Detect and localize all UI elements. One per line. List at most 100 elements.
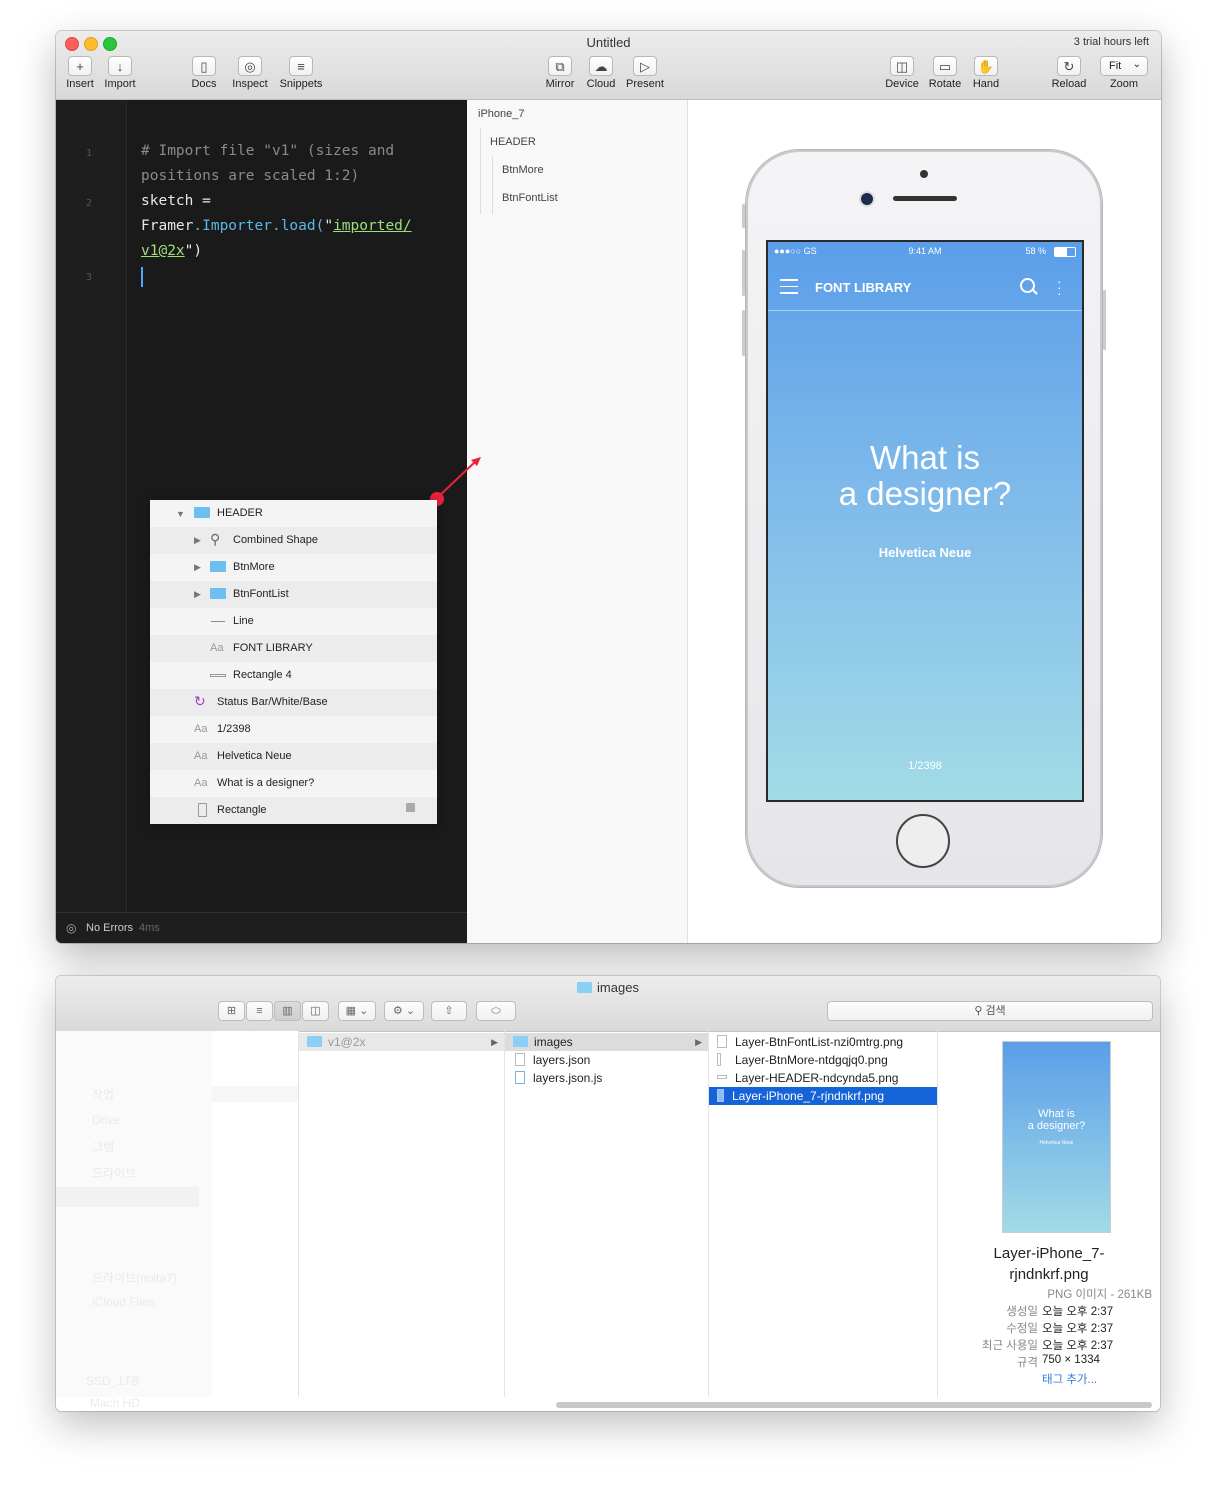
js-file-icon: [515, 1071, 525, 1084]
menu-icon[interactable]: [780, 279, 798, 294]
overlay-row[interactable]: ▶ BtnFontList: [150, 581, 437, 608]
sidebar-item[interactable]: 드라이브: [92, 1164, 136, 1181]
image-file-icon: [717, 1075, 727, 1079]
reload-button[interactable]: ↻ Reload: [1050, 56, 1088, 90]
disclosure-closed-icon[interactable]: ▶: [194, 562, 201, 573]
overlay-row[interactable]: ▼ HEADER: [150, 500, 437, 527]
mirror-button[interactable]: ⧉ Mirror: [542, 56, 578, 90]
overlay-row[interactable]: Line: [150, 608, 437, 635]
sidebar-item[interactable]: SSD_1TB: [86, 1374, 139, 1388]
preview-filename: Layer-iPhone_7- rjndnkrf.png: [993, 1245, 1105, 1283]
line-number: 3: [86, 272, 93, 283]
phone-screen: ●●●○○ GS 9:41 AM 58 % FONT LIBRARY · · · W…: [766, 240, 1084, 802]
reload-icon: ↻: [1057, 56, 1081, 76]
front-camera: [861, 193, 873, 205]
search-field[interactable]: ⚲ 검색: [827, 1001, 1153, 1021]
sidebar-item[interactable]: 드라이브(nolta7): [92, 1269, 177, 1286]
zoom-control[interactable]: Fit ⌄ Zoom: [1098, 56, 1150, 90]
disclosure-open-icon[interactable]: ▼: [176, 509, 185, 519]
overlay-row[interactable]: Rectangle: [150, 797, 437, 824]
folder-icon: [210, 588, 226, 602]
inspect-button[interactable]: ◎ Inspect: [230, 56, 270, 90]
group-button[interactable]: ▦ ⌄: [338, 1001, 376, 1021]
list-item[interactable]: Layer-BtnFontList-nzi0mtrg.png: [709, 1033, 903, 1051]
sidebar-item[interactable]: 작업: [92, 1086, 114, 1103]
sidebar-item[interactable]: Mach HD: [90, 1396, 140, 1410]
present-button[interactable]: ▷ Present: [624, 56, 666, 90]
overlay-row[interactable]: ▶ BtnMore: [150, 554, 437, 581]
battery-percent: 58 %: [1025, 246, 1046, 256]
hand-button[interactable]: ✋ Hand: [968, 56, 1004, 90]
icon-view-button[interactable]: ⊞: [218, 1001, 245, 1021]
rectangle-icon: [198, 803, 207, 817]
image-file-icon: [717, 1053, 721, 1066]
sidebar-item[interactable]: iCloud Files: [92, 1295, 155, 1309]
column-view-button[interactable]: ▥: [274, 1001, 301, 1021]
disclosure-closed-icon[interactable]: ▶: [194, 535, 201, 546]
finder-column-3: Layer-BtnFontList-nzi0mtrg.png Layer-Btn…: [709, 1031, 938, 1397]
list-item[interactable]: v1@2x ▶: [299, 1033, 504, 1051]
titlebar: Untitled 3 trial hours left + Insert ↓ Imp…: [56, 31, 1161, 100]
overlay-row[interactable]: Aa Helvetica Neue: [150, 743, 437, 770]
chevron-down-icon: ⌄: [1132, 59, 1141, 70]
folder-icon: [513, 1036, 528, 1047]
play-icon: ▷: [633, 56, 657, 76]
device-icon: ◫: [890, 56, 914, 76]
overlay-row[interactable]: ▶ ⚲ Combined Shape: [150, 527, 437, 554]
text-caret: [141, 267, 143, 287]
layer-item-btnmore[interactable]: BtnMore: [502, 164, 544, 176]
tag-icon[interactable]: ⬭: [476, 1001, 516, 1021]
list-view-button[interactable]: ≡: [246, 1001, 273, 1021]
tree-line: [480, 128, 481, 214]
disclosure-closed-icon[interactable]: ▶: [194, 589, 201, 600]
overlay-row[interactable]: Aa 1/2398: [150, 716, 437, 743]
overlay-row[interactable]: ↻ Status Bar/White/Base: [150, 689, 437, 716]
gallery-view-button[interactable]: ◫: [302, 1001, 329, 1021]
target-icon: ◎: [238, 56, 262, 76]
sidebar-item[interactable]: 그램: [92, 1138, 114, 1155]
insert-button[interactable]: + Insert: [64, 56, 96, 90]
mirror-icon: ⧉: [548, 56, 572, 76]
cloud-button[interactable]: ☁ Cloud: [584, 56, 618, 90]
tree-line: [492, 156, 493, 214]
list-item[interactable]: images ▶: [505, 1033, 708, 1051]
finder-window: images ⊞ ≡ ▥ ◫ ▦ ⌄ ⚙ ⌄ ⇧ ⬭ ⚲ 검색 작업 Drive…: [56, 976, 1160, 1411]
sidebar-item[interactable]: Drive: [92, 1113, 120, 1127]
lock-icon[interactable]: [406, 803, 415, 812]
list-item[interactable]: Layer-BtnMore-ntdgqjq0.png: [709, 1051, 888, 1069]
overlay-row[interactable]: Aa FONT LIBRARY: [150, 635, 437, 662]
snippets-button[interactable]: ≡ Snippets: [276, 56, 326, 90]
overlay-row[interactable]: Aa What is a designer?: [150, 770, 437, 797]
code-line: sketch =: [141, 193, 211, 209]
preview-kind: PNG 이미지 - 261KB: [1047, 1289, 1152, 1301]
zoom-select[interactable]: Fit ⌄: [1100, 56, 1148, 76]
layer-item-iphone[interactable]: iPhone_7: [478, 108, 525, 120]
folder-icon: [194, 507, 210, 521]
list-item[interactable]: layers.json: [505, 1051, 590, 1069]
window-title: Untitled: [586, 35, 631, 50]
device-preview[interactable]: ●●●○○ GS 9:41 AM 58 % FONT LIBRARY · · · W…: [688, 100, 1161, 943]
list-item[interactable]: Layer-HEADER-ndcynda5.png: [709, 1069, 898, 1087]
code-line: # Import file "v1" (sizes and: [141, 143, 395, 159]
rotate-button[interactable]: ▭ Rotate: [926, 56, 964, 90]
layer-item-header[interactable]: HEADER: [490, 136, 536, 148]
docs-button[interactable]: ▯ Docs: [188, 56, 220, 90]
layer-item-btnfontlist[interactable]: BtnFontList: [502, 192, 558, 204]
gear-icon[interactable]: ⚙ ⌄: [384, 1001, 424, 1021]
finder-column-1: v1@2x ▶: [299, 1031, 505, 1397]
overlay-row[interactable]: Rectangle 4: [150, 662, 437, 689]
horizontal-scrollbar[interactable]: [556, 1402, 1152, 1408]
device-button[interactable]: ◫ Device: [882, 56, 922, 90]
code-line: positions are scaled 1:2): [141, 168, 360, 184]
trial-notice: 3 trial hours left: [1073, 36, 1149, 48]
share-icon[interactable]: ⇧: [431, 1001, 467, 1021]
list-item[interactable]: layers.json.js: [505, 1069, 602, 1087]
folder-icon: [577, 982, 593, 993]
line-gutter: 1 2 3: [56, 100, 127, 912]
add-tags-link[interactable]: 태그 추가...: [1042, 1371, 1097, 1387]
import-button[interactable]: ↓ Import: [102, 56, 138, 90]
list-item-selected[interactable]: Layer-iPhone_7-rjndnkrf.png: [709, 1087, 937, 1105]
more-icon[interactable]: · · ·: [1057, 274, 1062, 300]
line-number: 2: [86, 198, 93, 209]
finder-titlebar: images ⊞ ≡ ▥ ◫ ▦ ⌄ ⚙ ⌄ ⇧ ⬭ ⚲ 검색: [56, 976, 1160, 1032]
